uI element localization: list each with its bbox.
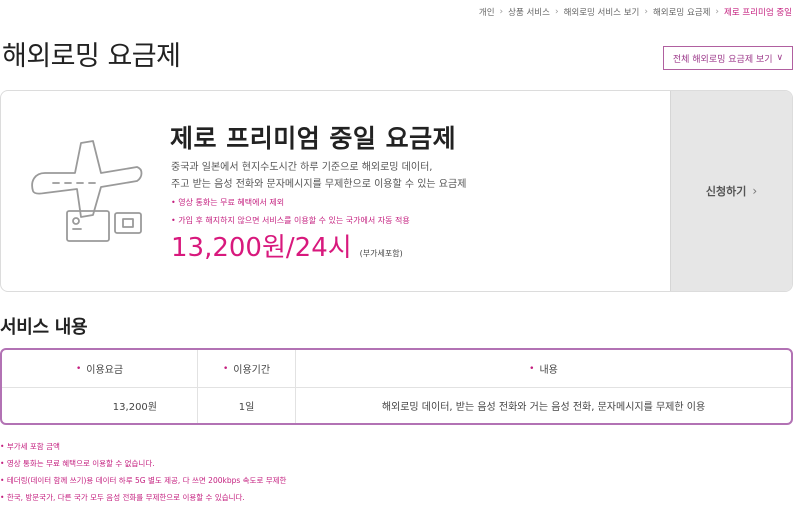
plan-note: • 영상 통화는 무료 혜택에서 제외 (171, 198, 285, 207)
note-item: 테더링(데이터 함께 쓰기)용 데이터 하루 5G 별도 제공, 다 쓰면 20… (0, 472, 287, 489)
bullet-dot-icon: • (222, 363, 229, 374)
chevron-down-icon: ∨ (776, 53, 784, 63)
bullet-dot-icon: • (75, 363, 82, 374)
table-header-label: 이용기간 (233, 365, 271, 376)
breadcrumb-item-personal[interactable]: 개인 (479, 6, 495, 18)
note-item: 영상 통화는 무료 혜택으로 이용할 수 없습니다. (0, 455, 286, 472)
bullet-dot-icon: • (529, 363, 535, 374)
table-header-fee: • 이용요금 (2, 350, 197, 387)
plan-price: 13,200원/24시 (171, 233, 352, 263)
apply-button-label: 신청하기 (705, 185, 747, 198)
plan-name: 제로 프리미엄 중일 요금제 (170, 124, 457, 153)
note-item: 한국, 방문국가, 다른 국가 모두 음성 전화를 무제한으로 이용할 수 있습… (0, 489, 286, 506)
plan-description: 중국과 일본에서 현지수도시간 하루 기준으로 해외로밍 데이터, 주고 받는 … (171, 159, 466, 193)
view-all-plans-label: 전체 해외로밍 요금제 보기 (672, 54, 773, 65)
breadcrumb-item-roaming-services[interactable]: 해외로밍 서비스 보기 (564, 6, 640, 18)
service-table: • 이용요금 • 이용기간 • 내용 13,200원 1일 해외로밍 데이터, … (0, 348, 793, 425)
view-all-plans-dropdown[interactable]: 전체 해외로밍 요금제 보기 ∨ (663, 46, 793, 70)
table-cell-content: 해외로밍 데이터, 받는 음성 전화와 거는 음성 전화, 문자메시지를 무제한… (295, 388, 791, 423)
table-cell-period: 1일 (197, 388, 295, 423)
page-title: 해외로밍 요금제 (2, 41, 181, 72)
plan-description-line: 주고 받는 음성 전화와 문자메시지를 무제한으로 이용할 수 있는 요금제 (171, 179, 467, 190)
chevron-right-icon: › (715, 7, 720, 17)
note-item: 부가세 포함 금액 (0, 438, 286, 455)
table-header-period: • 이용기간 (197, 350, 295, 387)
table-header-row: • 이용요금 • 이용기간 • 내용 (2, 350, 791, 388)
plan-description-line: 중국과 일본에서 현지수도시간 하루 기준으로 해외로밍 데이터, (171, 162, 433, 173)
breadcrumb-item-roaming-plans[interactable]: 해외로밍 요금제 (653, 6, 710, 18)
breadcrumb-item-current: 제로 프리미엄 중일 (724, 8, 792, 18)
table-cell-fee: 13,200원 (112, 402, 157, 413)
breadcrumb-item-products[interactable]: 상품 서비스 (508, 6, 550, 18)
chevron-right-icon: › (499, 7, 504, 17)
table-header-label: 이용요금 (86, 365, 124, 376)
chevron-right-icon: › (644, 7, 648, 17)
breadcrumb: 개인 › 상품 서비스 › 해외로밍 서비스 보기 › 해외로밍 요금제 › 제… (479, 6, 792, 18)
airplane-with-ticket-icon (31, 140, 143, 242)
apply-button[interactable]: 신청하기 › (670, 91, 792, 291)
plan-price-block: 13,200원/24시 (부가세포함) (171, 227, 403, 264)
table-header-label: 내용 (539, 365, 558, 376)
table-row: 13,200원 1일 해외로밍 데이터, 받는 음성 전화와 거는 음성 전화,… (2, 388, 791, 423)
vat-label: (부가세포함) (359, 249, 403, 258)
chevron-right-icon: › (752, 184, 758, 198)
notes-list: 부가세 포함 금액 영상 통화는 무료 혜택으로 이용할 수 없습니다. 테더링… (0, 438, 287, 506)
chevron-right-icon: › (554, 7, 559, 17)
section-title: 서비스 내용 (0, 317, 88, 338)
table-header-content: • 내용 (295, 350, 791, 387)
plan-card: 제로 프리미엄 중일 요금제 중국과 일본에서 현지수도시간 하루 기준으로 해… (0, 90, 793, 292)
plan-note: • 가입 후 해지하지 않으면 서비스를 이용할 수 있는 국가에서 자동 적용 (171, 216, 410, 225)
